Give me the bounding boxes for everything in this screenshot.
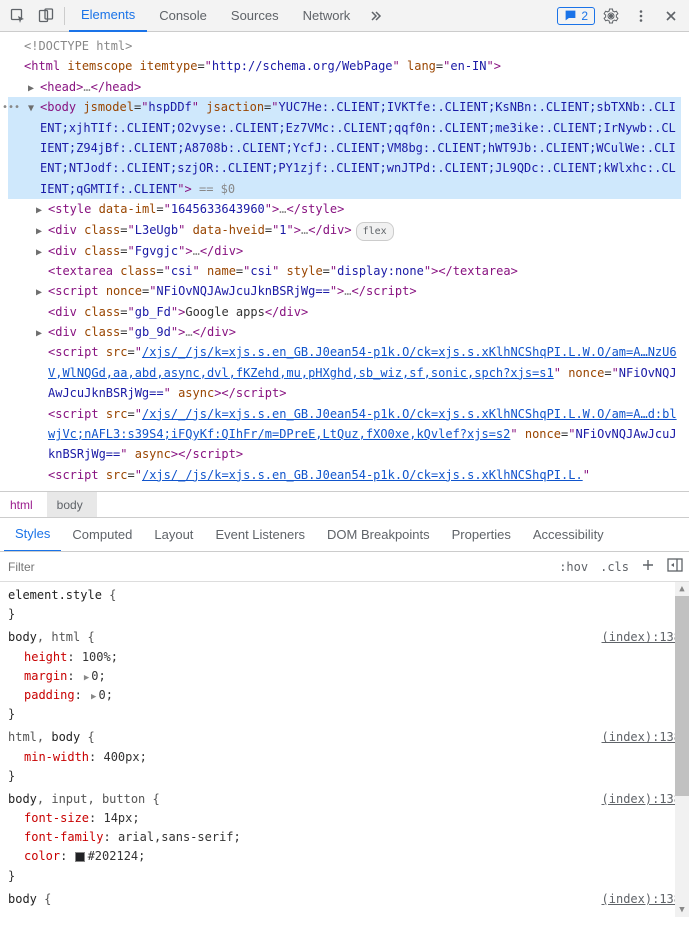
crumb-body[interactable]: body xyxy=(47,492,97,517)
messages-badge[interactable]: 2 xyxy=(557,7,595,25)
tab-elements[interactable]: Elements xyxy=(69,0,147,32)
stab-layout[interactable]: Layout xyxy=(143,518,204,552)
styles-scrollbar[interactable]: ▲ ▼ xyxy=(675,582,689,917)
rule-selector[interactable]: html, body { xyxy=(8,728,681,747)
dom-script[interactable]: <script src="/xjs/_/js/k=xjs.s.en_GB.J0e… xyxy=(8,465,681,485)
expand-icon[interactable]: ▶ xyxy=(36,202,42,219)
dom-div[interactable]: ▶<div class="Fgvgjc">…</div> xyxy=(8,241,681,261)
kebab-icon[interactable] xyxy=(627,2,655,30)
stab-properties[interactable]: Properties xyxy=(441,518,522,552)
dom-body[interactable]: •••▼<body jsmodel="hspDDf" jsaction="YUC… xyxy=(8,97,681,199)
styles-filter-input[interactable] xyxy=(0,552,553,581)
scroll-up-icon[interactable]: ▲ xyxy=(675,582,689,596)
dom-script[interactable]: ▶<script nonce="NFiOvNQJAwJcuJknBSRjWg==… xyxy=(8,281,681,301)
tab-sources[interactable]: Sources xyxy=(219,0,291,32)
hov-toggle[interactable]: :hov xyxy=(553,560,594,574)
new-style-rule-icon[interactable] xyxy=(635,558,661,575)
rule-selector[interactable]: body { xyxy=(8,890,681,909)
rule-selector[interactable]: body, input, button { xyxy=(8,790,681,809)
css-property[interactable]: min-width: 400px; xyxy=(8,748,681,767)
expand-icon[interactable]: ▶ xyxy=(36,284,42,301)
message-count: 2 xyxy=(581,9,588,23)
dom-html[interactable]: <html itemscope itemtype="http://schema.… xyxy=(8,56,681,76)
css-property[interactable]: margin: ▶0; xyxy=(8,667,681,686)
color-swatch[interactable] xyxy=(75,852,85,862)
css-property[interactable]: height: 100%; xyxy=(8,648,681,667)
close-icon[interactable] xyxy=(657,2,685,30)
css-rule[interactable]: (index):138html, body {min-width: 400px;… xyxy=(8,728,681,786)
inspect-icon[interactable] xyxy=(4,2,32,30)
dom-style[interactable]: ▶<style data-iml="1645633643960">…</styl… xyxy=(8,199,681,219)
tab-network[interactable]: Network xyxy=(291,0,363,32)
stab-computed[interactable]: Computed xyxy=(61,518,143,552)
css-rule[interactable]: (index):138body, input, button {font-siz… xyxy=(8,790,681,886)
css-property[interactable]: font-family: arial,sans-serif; xyxy=(8,828,681,847)
collapse-icon[interactable]: ▼ xyxy=(28,100,34,117)
styles-rules[interactable]: element.style {}(index):138body, html {h… xyxy=(0,582,689,917)
scrollbar-thumb[interactable] xyxy=(675,596,689,796)
styles-tabs: Styles Computed Layout Event Listeners D… xyxy=(0,518,689,552)
css-property[interactable]: padding: ▶0; xyxy=(8,686,681,705)
dom-doctype[interactable]: <!DOCTYPE html> xyxy=(8,36,681,56)
dom-div[interactable]: ▶<div class="L3eUgb" data-hveid="1">…</d… xyxy=(8,220,681,241)
dom-textarea[interactable]: <textarea class="csi" name="csi" style="… xyxy=(8,261,681,281)
stab-event-listeners[interactable]: Event Listeners xyxy=(204,518,316,552)
dom-div[interactable]: <div class="gb_Fd">Google apps</div> xyxy=(8,302,681,322)
settings-icon[interactable] xyxy=(597,2,625,30)
separator xyxy=(64,7,65,25)
css-rule[interactable]: element.style {} xyxy=(8,586,681,624)
rule-source-link[interactable]: (index):138 xyxy=(602,628,681,647)
rule-selector[interactable]: element.style { xyxy=(8,586,681,605)
css-property[interactable]: color: #202124; xyxy=(8,847,681,866)
rule-source-link[interactable]: (index):138 xyxy=(602,728,681,747)
toolbar-right: 2 xyxy=(557,2,685,30)
stab-styles[interactable]: Styles xyxy=(4,518,61,552)
expand-icon[interactable]: ▶ xyxy=(36,223,42,240)
stab-accessibility[interactable]: Accessibility xyxy=(522,518,615,552)
expand-icon[interactable]: ▶ xyxy=(36,325,42,342)
rule-selector[interactable]: body, html { xyxy=(8,628,681,647)
rule-source-link[interactable]: (index):138 xyxy=(602,790,681,809)
css-property[interactable]: font-size: 14px; xyxy=(8,809,681,828)
css-rule[interactable]: (index):138body, html {height: 100%;marg… xyxy=(8,628,681,724)
stab-dom-breakpoints[interactable]: DOM Breakpoints xyxy=(316,518,441,552)
dom-tree[interactable]: <!DOCTYPE html><html itemscope itemtype=… xyxy=(0,32,689,492)
rule-source-link[interactable]: (index):138 xyxy=(602,890,681,909)
panel-tabs: Elements Console Sources Network xyxy=(69,0,390,32)
expand-icon[interactable]: ▶ xyxy=(28,80,34,97)
scroll-down-icon[interactable]: ▼ xyxy=(675,903,689,917)
devtools-toolbar: Elements Console Sources Network 2 xyxy=(0,0,689,32)
toggle-sidebar-icon[interactable] xyxy=(661,558,689,575)
dom-script[interactable]: <script src="/xjs/_/js/k=xjs.s.en_GB.J0e… xyxy=(8,404,681,465)
css-rule[interactable]: (index):138body { xyxy=(8,890,681,909)
more-tabs-icon[interactable] xyxy=(362,2,390,30)
cls-toggle[interactable]: .cls xyxy=(594,560,635,574)
dom-script[interactable]: <script src="/xjs/_/js/k=xjs.s.en_GB.J0e… xyxy=(8,342,681,403)
dom-div[interactable]: ▶<div class="gb_9d">…</div> xyxy=(8,322,681,342)
device-toggle-icon[interactable] xyxy=(32,2,60,30)
crumb-html[interactable]: html xyxy=(0,492,47,517)
breadcrumb: html body xyxy=(0,492,689,518)
flex-badge[interactable]: flex xyxy=(356,222,394,241)
expand-icon[interactable]: ▶ xyxy=(36,244,42,261)
styles-filter-row: :hov .cls xyxy=(0,552,689,582)
dom-head[interactable]: ▶<head>…</head> xyxy=(8,77,681,97)
tab-console[interactable]: Console xyxy=(147,0,219,32)
